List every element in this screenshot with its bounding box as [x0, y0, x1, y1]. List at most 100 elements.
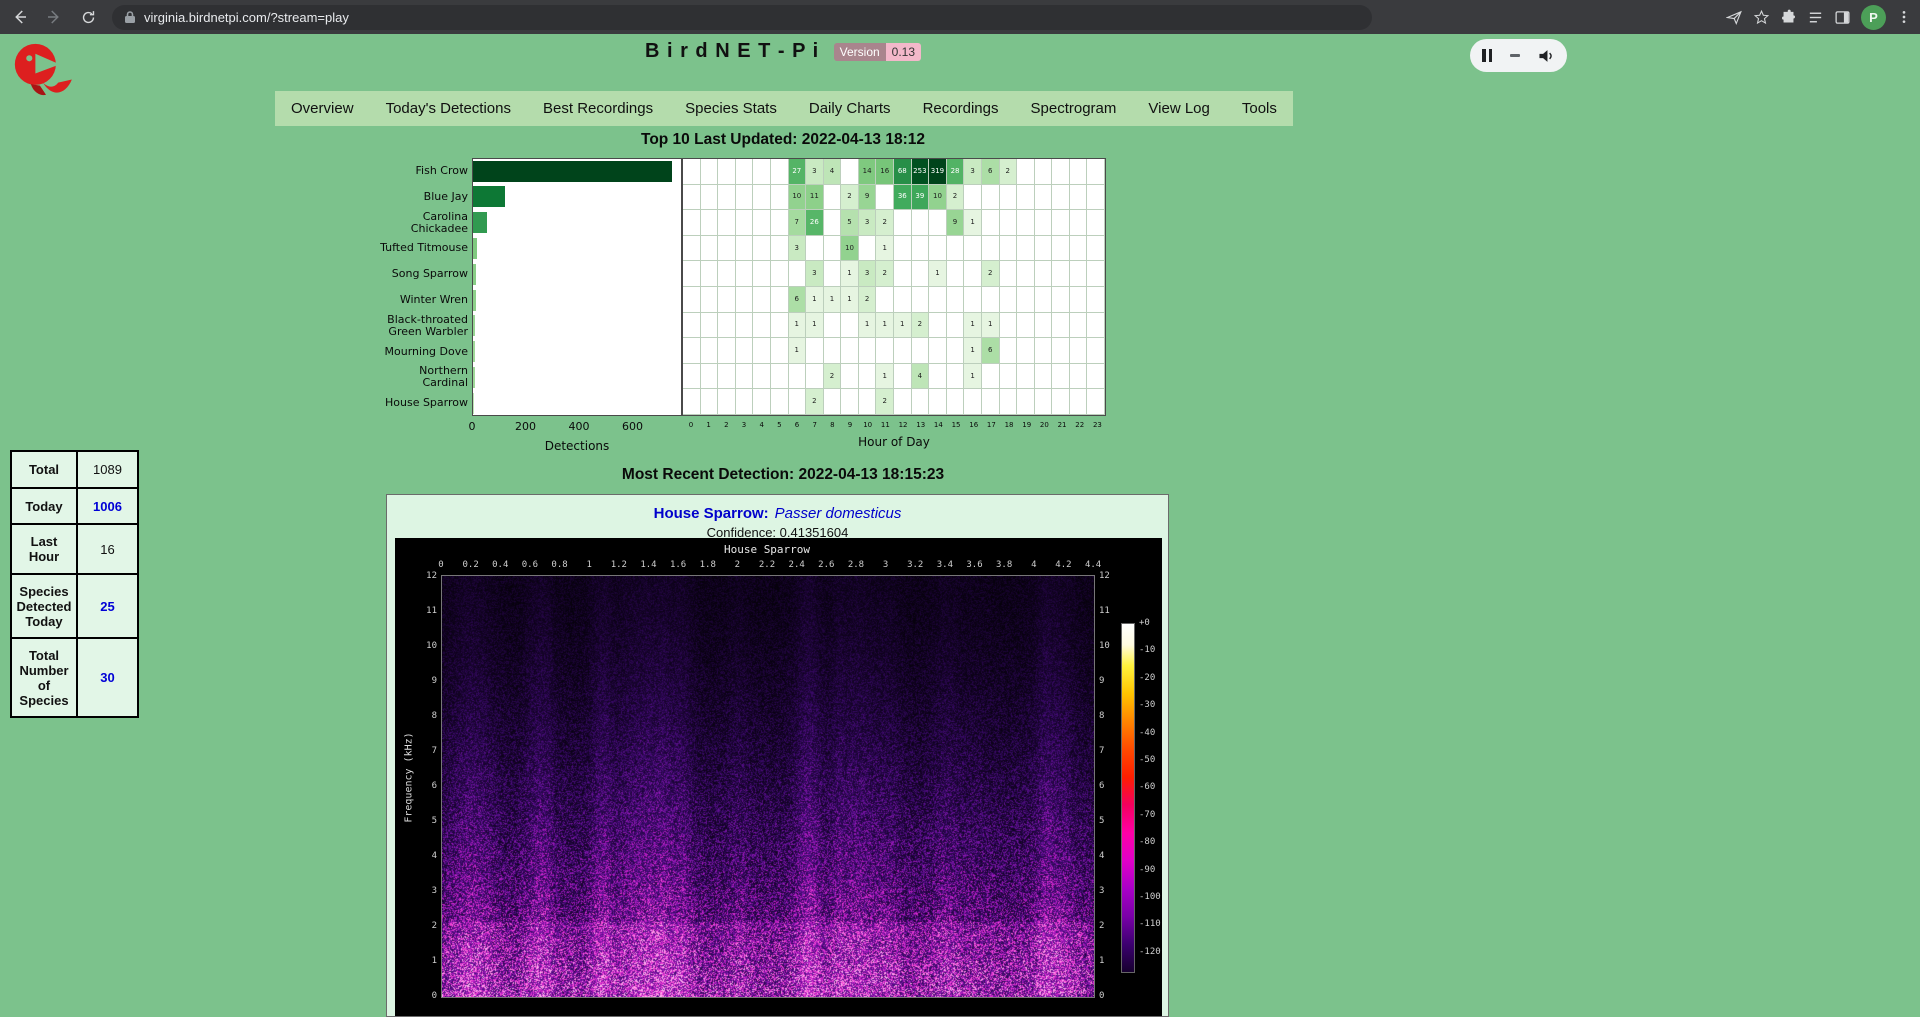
- species-label: Song Sparrow: [378, 261, 468, 287]
- heat-cell: 1: [964, 210, 982, 236]
- heat-cell: [876, 287, 894, 313]
- heat-cell: [1000, 287, 1018, 313]
- heat-cell: [1052, 185, 1070, 211]
- spectrogram-xtick: 3.2: [900, 560, 930, 570]
- heat-cell: [1035, 185, 1053, 211]
- send-icon[interactable]: [1726, 9, 1743, 26]
- stats-table-body: Total1089Today1006Last Hour16Species Det…: [11, 451, 138, 717]
- detection-title: House Sparrow:Passer domesticus: [387, 505, 1168, 522]
- heat-cell: [1052, 236, 1070, 262]
- heat-cell: [718, 364, 736, 390]
- pause-button[interactable]: [1482, 49, 1492, 62]
- spectrogram-ylabel: Frequency (kHz): [404, 678, 415, 878]
- spectrogram-xtick: 0.2: [456, 560, 486, 570]
- spectrogram-xtick: 0.8: [545, 560, 575, 570]
- detections-bar: [473, 264, 476, 285]
- profile-avatar[interactable]: P: [1861, 5, 1886, 30]
- heat-cell: 253: [912, 159, 930, 185]
- spectrogram-ytick-left: 7: [415, 746, 437, 756]
- colorbar-tick: +0: [1139, 618, 1169, 628]
- heat-cell: [771, 159, 789, 185]
- heat-cell: [771, 185, 789, 211]
- heat-cell: [929, 313, 947, 339]
- hour-axis-tick: 3: [735, 421, 753, 429]
- seek-bar[interactable]: [1510, 54, 1520, 57]
- bar-axis-tick: 0: [452, 420, 492, 433]
- nav-item-today-s-detections[interactable]: Today's Detections: [378, 100, 519, 117]
- stats-value-link[interactable]: 25: [77, 574, 138, 638]
- spectrogram-ytick-right: 5: [1099, 816, 1121, 826]
- heat-cell: [1017, 389, 1035, 415]
- nav-item-best-recordings[interactable]: Best Recordings: [535, 100, 661, 117]
- heat-cell: [1017, 159, 1035, 185]
- heat-cell: [1017, 185, 1035, 211]
- nav-item-overview[interactable]: Overview: [283, 100, 362, 117]
- heat-cell: [1035, 389, 1053, 415]
- spectrogram-xtick: 2.4: [782, 560, 812, 570]
- heat-cell: [736, 185, 754, 211]
- nav-item-spectrogram[interactable]: Spectrogram: [1023, 100, 1125, 117]
- profile-initial: P: [1869, 10, 1878, 25]
- forward-icon: [45, 8, 63, 26]
- spectrogram-ytick-left: 5: [415, 816, 437, 826]
- reading-list-icon[interactable]: [1807, 9, 1824, 26]
- bookmark-star-icon[interactable]: [1753, 9, 1770, 26]
- back-button[interactable]: [6, 3, 34, 31]
- heat-cell: [1052, 287, 1070, 313]
- hour-axis-tick: 6: [788, 421, 806, 429]
- nav-item-view-log[interactable]: View Log: [1140, 100, 1217, 117]
- side-panel-icon[interactable]: [1834, 9, 1851, 26]
- heat-cell: [789, 261, 807, 287]
- detections-bar: [473, 393, 474, 414]
- stats-value-link[interactable]: 1006: [77, 488, 138, 524]
- heat-cell: [701, 210, 719, 236]
- heat-cell: 1: [841, 287, 859, 313]
- heat-cell: [1017, 313, 1035, 339]
- heat-cell: [736, 261, 754, 287]
- heat-cell: 10: [789, 185, 807, 211]
- nav-item-daily-charts[interactable]: Daily Charts: [801, 100, 899, 117]
- spectrogram-xtick: 1.8: [693, 560, 723, 570]
- heat-cell: [736, 236, 754, 262]
- nav-item-species-stats[interactable]: Species Stats: [677, 100, 785, 117]
- heat-cell: [1000, 338, 1018, 364]
- volume-icon[interactable]: [1537, 48, 1555, 64]
- stats-value-link[interactable]: 30: [77, 638, 138, 717]
- heat-cell: 10: [841, 236, 859, 262]
- reload-button[interactable]: [74, 3, 102, 31]
- species-label: Blue Jay: [378, 184, 468, 210]
- forward-button[interactable]: [40, 3, 68, 31]
- heat-cell: [1017, 210, 1035, 236]
- heat-cell: [753, 287, 771, 313]
- heat-cell: 1: [876, 313, 894, 339]
- heat-cell: [1035, 159, 1053, 185]
- heat-cell: [771, 389, 789, 415]
- detections-bar: [473, 186, 505, 207]
- spectrogram-xtick: 1.4: [633, 560, 663, 570]
- extensions-icon[interactable]: [1780, 9, 1797, 26]
- kebab-menu-icon[interactable]: [1896, 9, 1912, 25]
- colorbar-tick: -60: [1139, 782, 1169, 792]
- heat-cell: [894, 287, 912, 313]
- hour-axis-tick: 21: [1053, 421, 1071, 429]
- nav-item-recordings[interactable]: Recordings: [915, 100, 1007, 117]
- species-label: House Sparrow: [378, 390, 468, 416]
- heat-cell: 2: [841, 185, 859, 211]
- hour-axis-tick: 4: [753, 421, 771, 429]
- heat-cell: [1052, 313, 1070, 339]
- heat-cell: [718, 261, 736, 287]
- heat-cell: [683, 210, 701, 236]
- heat-cell: [718, 236, 736, 262]
- hour-axis-tick: 18: [1000, 421, 1018, 429]
- version-value: 0.13: [886, 43, 921, 61]
- spectrogram-ytick-right: 4: [1099, 851, 1121, 861]
- heat-cell: [1087, 313, 1105, 339]
- heat-cell: 1: [824, 287, 842, 313]
- colorbar-tick: -40: [1139, 728, 1169, 738]
- nav-item-tools[interactable]: Tools: [1234, 100, 1285, 117]
- heat-cell: [894, 338, 912, 364]
- url-bar[interactable]: virginia.birdnetpi.com/?stream=play: [112, 5, 1372, 30]
- heat-cell: [718, 159, 736, 185]
- heat-cell: 319: [929, 159, 947, 185]
- species-common-link[interactable]: House Sparrow:: [654, 505, 769, 522]
